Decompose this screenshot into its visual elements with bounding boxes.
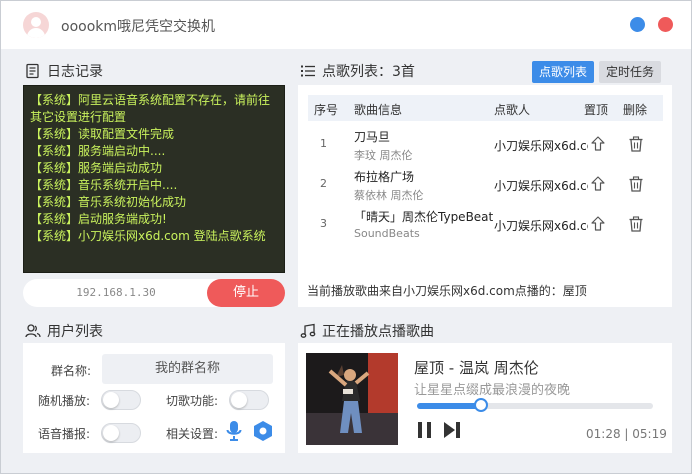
user-list-header: 用户列表 (25, 321, 103, 341)
tab-song-list[interactable]: 点歌列表 (532, 61, 595, 83)
col-song-info: 歌曲信息 (354, 103, 403, 117)
playback-time: 01:28 | 05:19 (586, 427, 667, 441)
log-console[interactable]: 【系统】阿里云语音系统配置不存在，请前往 其它设置进行配置【系统】读取配置文件完成… (23, 85, 285, 273)
stop-button[interactable]: 停止 (207, 279, 285, 307)
pause-icon[interactable] (416, 421, 434, 439)
trash-icon[interactable] (628, 176, 644, 192)
app-title: ooookm哦尼凭空交换机 (61, 19, 216, 35)
album-cover (306, 353, 398, 445)
log-line: 【系统】服务端启动中.... (30, 144, 166, 158)
trash-icon[interactable] (628, 136, 644, 152)
table-row[interactable]: 2 布拉格广场蔡依林 周杰伦 小刀娱乐网x6d.com (308, 165, 663, 205)
song-artist: SoundBeats (354, 227, 420, 240)
app-window: ooookm哦尼凭空交换机 日志记录 【系统】阿里云语音系统配置不存在，请前往其… (0, 0, 692, 474)
title-bar: ooookm哦尼凭空交换机 (1, 1, 691, 49)
settings-hexagon-icon[interactable] (252, 420, 274, 442)
song-index: 3 (320, 217, 327, 230)
log-line: 【系统】服务端启动成功 (30, 161, 163, 175)
song-artist: 蔡依林 周杰伦 (354, 189, 424, 202)
song-list-header: 点歌列表：3首 (300, 61, 415, 81)
song-name: 布拉格广场 (354, 170, 415, 184)
col-index: 序号 (314, 103, 339, 117)
random-play-label: 随机播放: (38, 394, 91, 408)
song-list-title: 点歌列表：3首 (322, 64, 415, 80)
total-time: 05:19 (632, 427, 667, 441)
document-icon (26, 63, 39, 79)
random-play-toggle[interactable] (101, 390, 141, 410)
log-line: 【系统】阿里云语音系统配置不存在，请前往 (30, 93, 271, 107)
song-index: 1 (320, 137, 327, 150)
minimize-button[interactable] (630, 17, 645, 32)
col-requester: 点歌人 (494, 103, 531, 117)
progress-fill (417, 403, 481, 409)
switch-song-toggle[interactable] (229, 390, 269, 410)
user-list-title: 用户列表 (47, 324, 103, 340)
song-index: 2 (320, 177, 327, 190)
switch-song-label: 切歌功能: (166, 394, 219, 408)
progress-bar[interactable] (417, 398, 653, 412)
log-line: 【系统】音乐系统初始化成功 (30, 195, 187, 209)
list-icon (301, 65, 315, 77)
user-settings-panel: 群名称: 我的群名称 随机播放: 切歌功能: 语音播报: 相关设置: (23, 343, 285, 453)
log-line: 【系统】启动服务端成功! (30, 212, 167, 226)
now-playing-header: 正在播放点播歌曲 (300, 321, 434, 341)
avatar[interactable] (23, 12, 49, 38)
now-playing-source: 当前播放歌曲来自小刀娱乐网x6d.com点播的：屋顶 (307, 284, 587, 298)
progress-handle[interactable] (473, 398, 488, 412)
log-line: 【系统】读取配置文件完成 (30, 127, 175, 141)
song-title: 屋顶 - 温岚 周杰伦 (414, 359, 539, 377)
close-button[interactable] (658, 17, 673, 32)
col-delete: 删除 (623, 103, 648, 117)
table-row[interactable]: 3 「晴天」周杰伦TypeBeat SoundBeats 小刀娱乐网x6d.com (308, 205, 663, 245)
next-track-icon[interactable] (443, 421, 461, 439)
song-requester: 小刀娱乐网x6d.com (494, 179, 588, 193)
song-artist: 李玟 周杰伦 (354, 149, 413, 162)
microphone-icon[interactable] (225, 420, 243, 442)
song-list-panel: 序号 歌曲信息 点歌人 置顶 删除 1刀马旦李玟 周杰伦小刀娱乐网x6d.com… (298, 85, 672, 307)
song-name: 刀马旦 (354, 130, 391, 144)
now-playing-title: 正在播放点播歌曲 (322, 324, 434, 340)
player-panel: 屋顶 - 温岚 周杰伦 让星星点缀成最浪漫的夜晚 01:28 | 05:19 (298, 343, 672, 453)
tab-scheduled-tasks[interactable]: 定时任务 (599, 61, 662, 83)
song-requester: 小刀娱乐网x6d.com (494, 219, 588, 233)
log-line: 其它设置进行配置 (30, 110, 127, 124)
table-row[interactable]: 1 刀马旦李玟 周杰伦 小刀娱乐网x6d.com (308, 125, 663, 165)
song-table-header: 序号 歌曲信息 点歌人 置顶 删除 (308, 95, 663, 121)
server-ip: 192.168.1.30 (76, 286, 156, 299)
time-separator: | (620, 427, 633, 441)
group-name-input[interactable]: 我的群名称 (102, 354, 273, 384)
pin-to-top-icon[interactable] (590, 176, 606, 192)
song-name: 「晴天」周杰伦TypeBeat (354, 210, 494, 224)
music-note-icon (300, 323, 316, 338)
server-bar: 192.168.1.30 停止 (23, 279, 285, 307)
col-pin: 置顶 (584, 103, 609, 117)
pin-to-top-icon[interactable] (590, 216, 606, 232)
voice-broadcast-toggle[interactable] (101, 423, 141, 443)
trash-icon[interactable] (628, 216, 644, 232)
voice-broadcast-label: 语音播报: (38, 427, 91, 441)
group-name-label: 群名称: (51, 364, 92, 378)
lyric-line: 让星星点缀成最浪漫的夜晚 (414, 383, 571, 398)
log-header: 日志记录 (25, 61, 103, 81)
related-settings-label: 相关设置: (166, 427, 219, 441)
users-icon (25, 324, 41, 338)
current-time: 01:28 (586, 427, 621, 441)
log-line: 【系统】音乐系统开启中.... (30, 178, 178, 192)
log-title: 日志记录 (47, 64, 103, 80)
pin-to-top-icon[interactable] (590, 136, 606, 152)
log-line: 【系统】小刀娱乐网x6d.com 登陆点歌系统 (30, 229, 266, 243)
song-requester: 小刀娱乐网x6d.com (494, 139, 588, 153)
